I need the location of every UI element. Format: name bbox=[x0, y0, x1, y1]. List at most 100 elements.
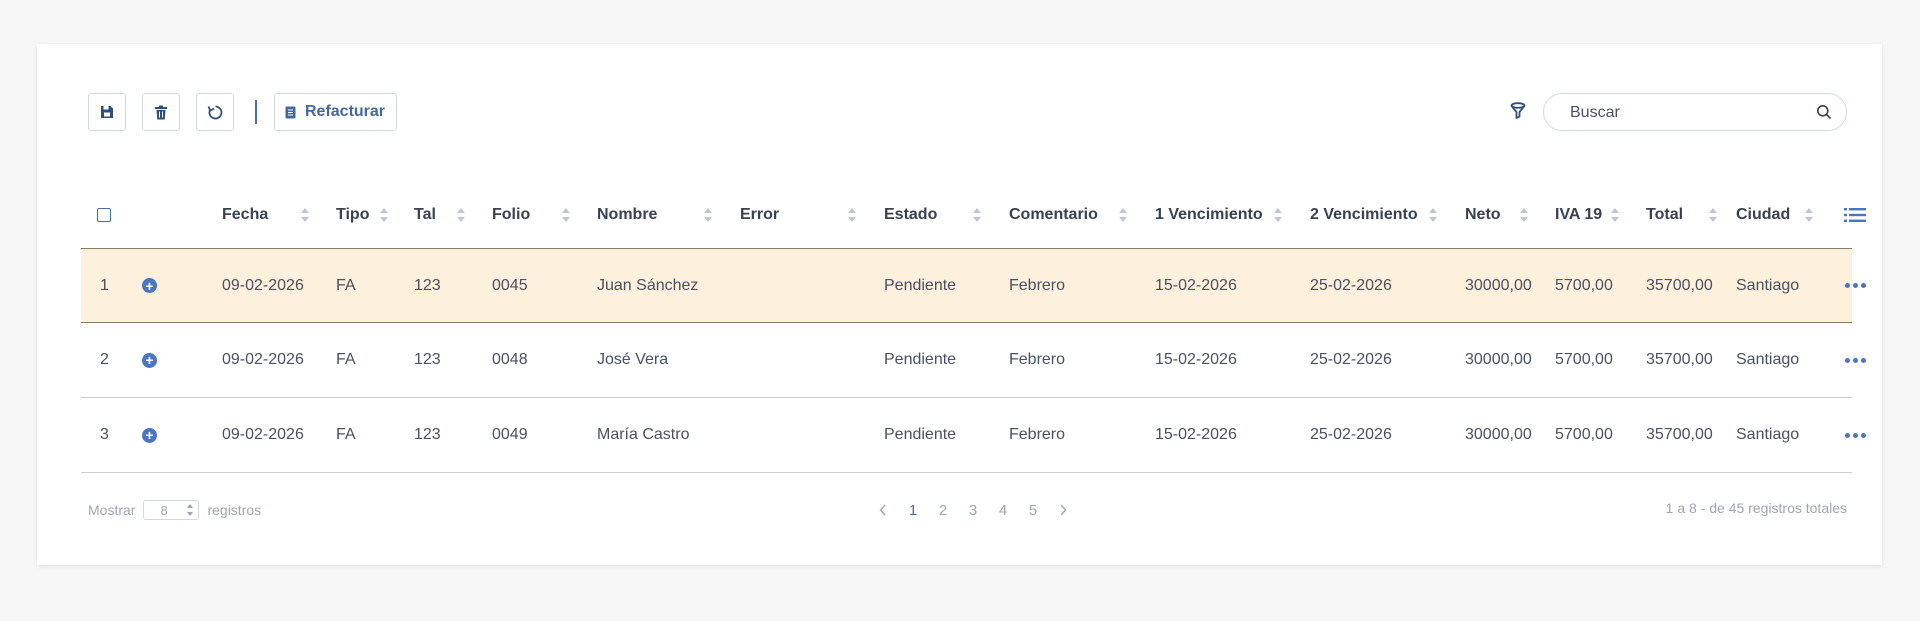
refacturar-button[interactable]: Refacturar bbox=[274, 93, 398, 131]
cell-vencimiento-2: 25-02-2026 bbox=[1310, 426, 1392, 443]
cell-nombre: José Vera bbox=[597, 351, 669, 368]
row-number: 2 bbox=[100, 351, 109, 368]
sort-iva-icon[interactable] bbox=[1611, 208, 1619, 222]
table-card: Refacturar Fecha Tipo Tal bbox=[37, 44, 1882, 565]
cell-fecha: 09-02-2026 bbox=[222, 276, 304, 294]
sort-error-icon[interactable] bbox=[848, 208, 856, 222]
column-header-ciudad[interactable]: Ciudad bbox=[1736, 182, 1790, 248]
page-5-button[interactable]: 5 bbox=[1018, 502, 1048, 519]
select-all-checkbox[interactable] bbox=[97, 208, 111, 222]
cell-fecha: 09-02-2026 bbox=[222, 426, 304, 443]
records-label: registros bbox=[207, 502, 262, 518]
filter-button[interactable] bbox=[1509, 102, 1529, 122]
page-size-select[interactable]: 8 bbox=[143, 500, 200, 520]
cell-iva: 5700,00 bbox=[1555, 351, 1613, 368]
column-header-error[interactable]: Error bbox=[740, 182, 779, 248]
column-header-nombre[interactable]: Nombre bbox=[597, 182, 657, 248]
sort-folio-icon[interactable] bbox=[562, 208, 570, 222]
cell-vencimiento-1: 15-02-2026 bbox=[1155, 426, 1237, 443]
column-header-folio[interactable]: Folio bbox=[492, 182, 530, 248]
sort-vencimiento-2-icon[interactable] bbox=[1429, 208, 1437, 222]
table-row[interactable]: 1 + 09-02-2026 FA 123 0045 Juan Sánchez … bbox=[81, 248, 1866, 323]
column-header-fecha[interactable]: Fecha bbox=[222, 182, 268, 248]
cell-comentario: Febrero bbox=[1009, 351, 1066, 368]
cell-nombre: María Castro bbox=[597, 426, 690, 443]
cell-total: 35700,00 bbox=[1646, 426, 1713, 443]
expand-row-icon[interactable]: + bbox=[142, 352, 157, 368]
sort-ciudad-icon[interactable] bbox=[1805, 208, 1813, 222]
cell-vencimiento-2: 25-02-2026 bbox=[1310, 351, 1392, 368]
table-row[interactable]: 3 + 09-02-2026 FA 123 0049 María Castro … bbox=[81, 398, 1866, 473]
sort-vencimiento-1-icon[interactable] bbox=[1274, 208, 1282, 222]
column-header-neto[interactable]: Neto bbox=[1465, 182, 1501, 248]
cell-ciudad: Santiago bbox=[1736, 276, 1800, 294]
refresh-icon bbox=[207, 105, 222, 119]
expand-row-icon[interactable]: + bbox=[142, 278, 157, 293]
sort-nombre-icon[interactable] bbox=[704, 208, 712, 222]
cell-fecha: 09-02-2026 bbox=[222, 351, 304, 368]
cell-vencimiento-2: 25-02-2026 bbox=[1310, 276, 1392, 294]
table-row[interactable]: 2 + 09-02-2026 FA 123 0048 José Vera Pen… bbox=[81, 323, 1866, 398]
row-actions-icon[interactable] bbox=[1845, 283, 1866, 288]
cell-comentario: Febrero bbox=[1009, 426, 1066, 443]
row-number: 1 bbox=[100, 276, 109, 294]
page-3-button[interactable]: 3 bbox=[958, 502, 988, 519]
records-summary: 1 a 8 - de 45 registros totales bbox=[1665, 500, 1847, 516]
sort-tipo-icon[interactable] bbox=[380, 208, 388, 222]
row-number: 3 bbox=[100, 426, 109, 443]
next-page-button[interactable] bbox=[1048, 504, 1078, 516]
search-box bbox=[1543, 93, 1847, 132]
cell-tipo: FA bbox=[336, 351, 356, 368]
page-size-value: 8 bbox=[160, 502, 168, 518]
column-header-total[interactable]: Total bbox=[1646, 182, 1683, 248]
expand-row-icon[interactable]: + bbox=[142, 427, 157, 443]
save-button[interactable] bbox=[88, 93, 126, 131]
cell-total: 35700,00 bbox=[1646, 276, 1713, 294]
page-4-button[interactable]: 4 bbox=[988, 502, 1018, 519]
cell-estado: Pendiente bbox=[884, 276, 957, 294]
invoice-table: Fecha Tipo Tal Folio Nombre Error Estado… bbox=[81, 182, 1866, 473]
refacturar-label: Refacturar bbox=[305, 103, 386, 120]
table-header: Fecha Tipo Tal Folio Nombre Error Estado… bbox=[81, 182, 1866, 248]
page-1-button[interactable]: 1 bbox=[898, 502, 928, 519]
cell-iva: 5700,00 bbox=[1555, 426, 1613, 443]
sort-neto-icon[interactable] bbox=[1520, 208, 1528, 222]
column-header-estado[interactable]: Estado bbox=[884, 182, 937, 248]
document-icon bbox=[285, 106, 296, 118]
search-icon[interactable] bbox=[1816, 104, 1832, 120]
column-header-tipo[interactable]: Tipo bbox=[336, 182, 369, 248]
chevron-right-icon bbox=[1060, 504, 1067, 516]
row-actions-icon[interactable] bbox=[1845, 357, 1866, 363]
sort-fecha-icon[interactable] bbox=[301, 208, 309, 222]
cell-nombre: Juan Sánchez bbox=[597, 276, 699, 294]
select-arrows-icon bbox=[187, 504, 194, 516]
column-settings-button[interactable] bbox=[1844, 182, 1866, 248]
search-input[interactable] bbox=[1568, 94, 1812, 132]
column-header-vencimiento-2[interactable]: 2 Vencimiento bbox=[1310, 182, 1418, 248]
save-icon bbox=[101, 106, 113, 118]
column-header-comentario[interactable]: Comentario bbox=[1009, 182, 1098, 248]
delete-button[interactable] bbox=[142, 93, 180, 131]
prev-page-button[interactable] bbox=[868, 504, 898, 516]
toolbar: Refacturar bbox=[88, 93, 1847, 133]
sort-tal-icon[interactable] bbox=[457, 208, 465, 222]
cell-iva: 5700,00 bbox=[1555, 276, 1613, 294]
cell-total: 35700,00 bbox=[1646, 351, 1713, 368]
cell-folio: 0045 bbox=[492, 276, 528, 294]
column-header-vencimiento-1[interactable]: 1 Vencimiento bbox=[1155, 182, 1263, 248]
cell-tal: 123 bbox=[414, 426, 441, 443]
cell-folio: 0048 bbox=[492, 351, 528, 368]
sort-comentario-icon[interactable] bbox=[1119, 208, 1127, 222]
refresh-button[interactable] bbox=[196, 93, 234, 131]
column-header-iva[interactable]: IVA 19 bbox=[1555, 182, 1602, 248]
table-footer: Mostrar 8 registros 1 2 3 4 5 1 a 8 - de… bbox=[88, 494, 1847, 524]
cell-neto: 30000,00 bbox=[1465, 351, 1532, 368]
row-actions-icon[interactable] bbox=[1845, 432, 1866, 438]
cell-estado: Pendiente bbox=[884, 351, 957, 368]
sort-total-icon[interactable] bbox=[1709, 208, 1717, 222]
cell-neto: 30000,00 bbox=[1465, 276, 1532, 294]
sort-estado-icon[interactable] bbox=[973, 208, 981, 222]
page-2-button[interactable]: 2 bbox=[928, 502, 958, 519]
list-settings-icon bbox=[1844, 208, 1866, 222]
column-header-tal[interactable]: Tal bbox=[414, 182, 436, 248]
